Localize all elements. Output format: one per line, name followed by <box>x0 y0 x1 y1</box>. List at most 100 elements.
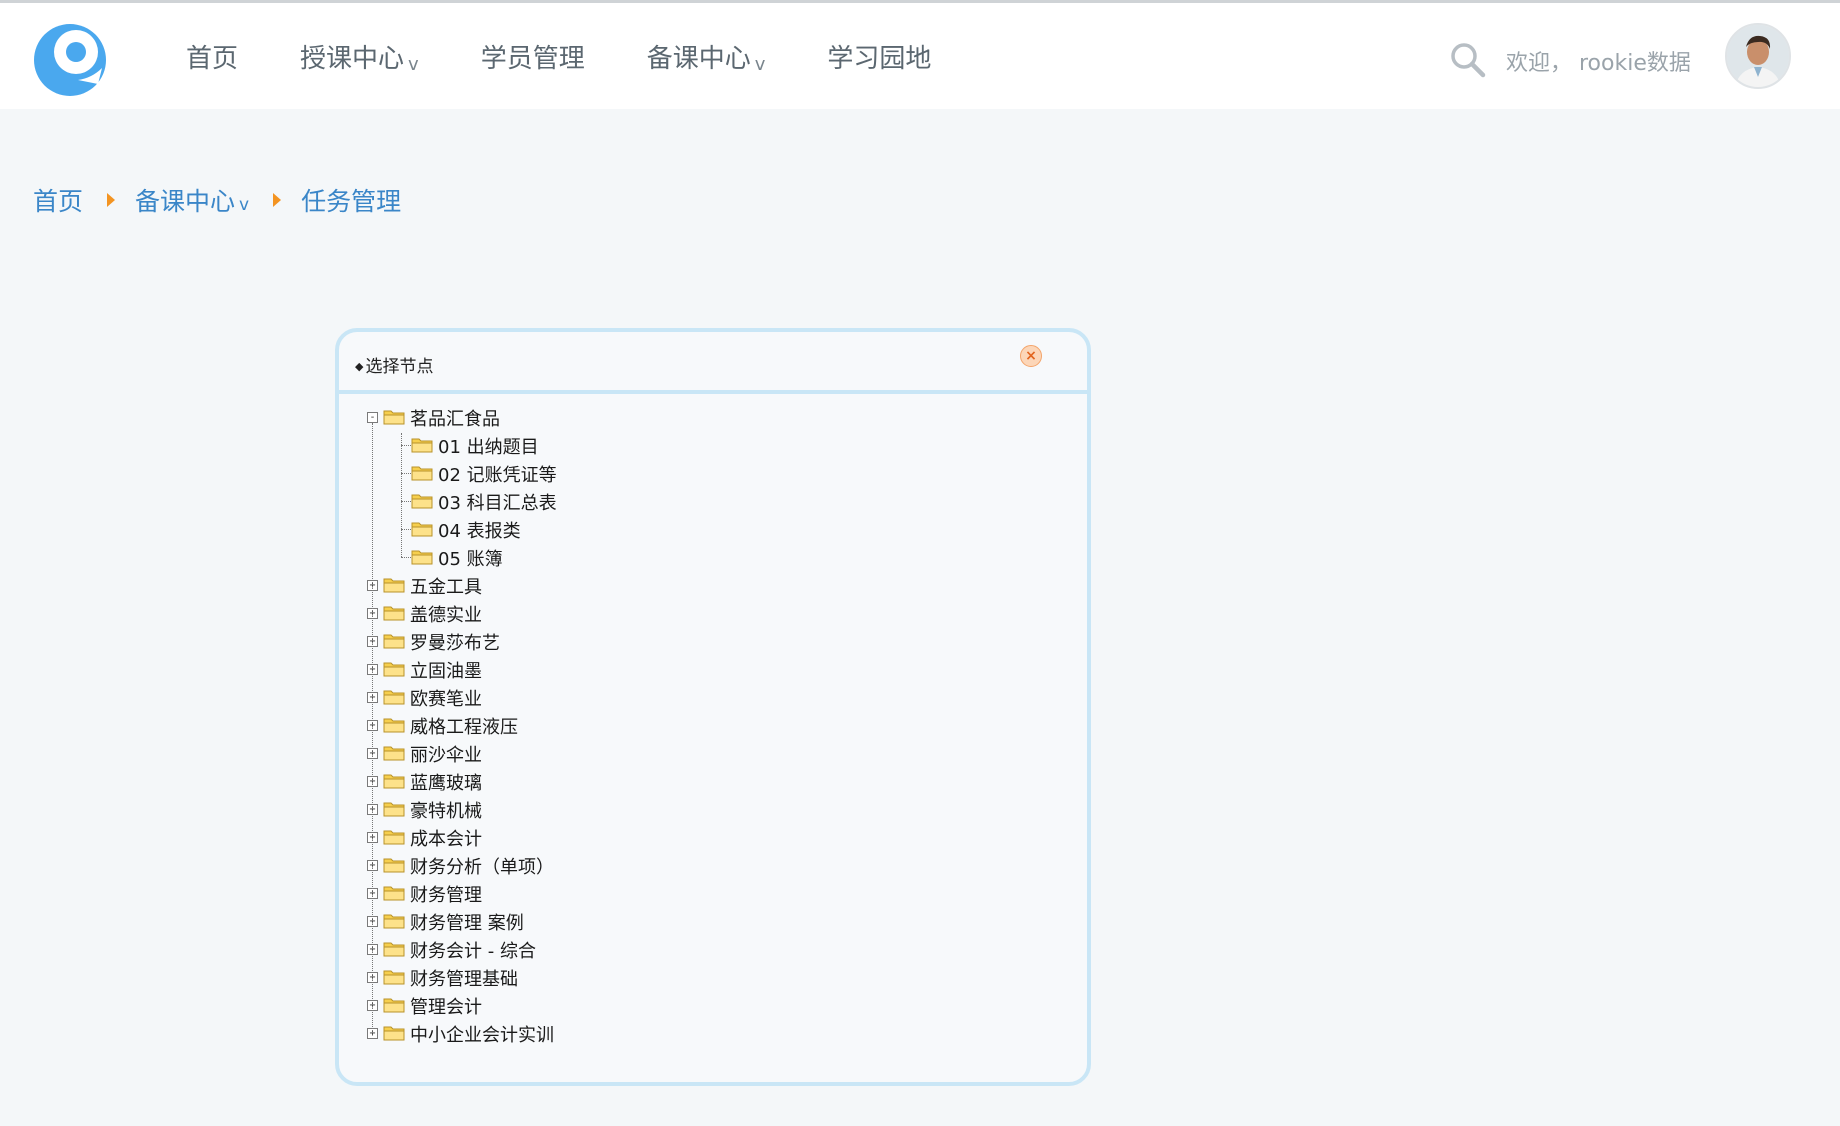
collapse-icon[interactable]: - <box>367 412 378 423</box>
tree-node-label: 财务管理基础 <box>410 969 518 990</box>
tree-node-label: 盖德实业 <box>410 605 482 626</box>
tree-node[interactable]: + 豪特机械 <box>339 795 1079 823</box>
folder-icon <box>383 688 405 705</box>
folder-icon <box>383 1024 405 1041</box>
folder-icon <box>383 912 405 929</box>
tree-connector <box>401 557 411 558</box>
tree-node[interactable]: + 威格工程液压 <box>339 711 1079 739</box>
tree-connector <box>401 501 411 502</box>
folder-icon <box>383 716 405 733</box>
tree-node-label: 蓝鹰玻璃 <box>410 773 482 794</box>
nav-item-learning-garden[interactable]: 学习园地 <box>827 38 931 75</box>
folder-icon <box>383 576 405 593</box>
tree-node-label: 丽沙伞业 <box>410 745 482 766</box>
tree-node[interactable]: + 管理会计 <box>339 991 1079 1019</box>
tree-child-node[interactable]: 03 科目汇总表 <box>339 487 1079 515</box>
tree-node-label: 茗品汇食品 <box>410 409 500 430</box>
tree-node-label: 01 出纳题目 <box>438 437 539 458</box>
close-button[interactable]: × <box>1020 345 1042 367</box>
tree-guide-line <box>401 433 402 557</box>
tree-node[interactable]: + 成本会计 <box>339 823 1079 851</box>
tree-node[interactable]: + 财务管理 <box>339 879 1079 907</box>
tree-node[interactable]: + 五金工具 <box>339 571 1079 599</box>
folder-icon <box>383 828 405 845</box>
nav-item-label: 首页 <box>186 43 239 74</box>
tree-guide-line <box>372 423 373 1033</box>
dialog-header: ◆ 选择节点 × <box>339 332 1087 394</box>
close-icon: × <box>1025 348 1037 364</box>
tree-node[interactable]: - 茗品汇食品 <box>339 403 1079 431</box>
nav-item-label: 授课中心 <box>300 43 405 74</box>
tree-child-node[interactable]: 01 出纳题目 <box>339 431 1079 459</box>
chevron-down-icon: v <box>239 195 250 215</box>
folder-icon <box>383 408 405 425</box>
folder-icon <box>383 744 405 761</box>
chevron-down-icon: v <box>754 53 766 75</box>
tree-node-label: 财务管理 <box>410 885 482 906</box>
tree-node[interactable]: + 财务管理基础 <box>339 963 1079 991</box>
tree-node-label: 05 账簿 <box>438 549 503 570</box>
top-header: 首页 授课中心 v 学员管理 备课中心 v 学习园地 欢迎， rookie数据 <box>0 3 1840 109</box>
tree-connector <box>401 529 411 530</box>
app-logo-icon[interactable] <box>32 22 108 98</box>
tree-connector <box>401 473 411 474</box>
search-icon[interactable] <box>1449 41 1487 79</box>
nav-item-label: 备课中心 <box>646 43 751 74</box>
tree-node-label: 02 记账凭证等 <box>438 465 557 486</box>
dialog-title: ◆ 选择节点 <box>355 352 433 377</box>
tree-child-node[interactable]: 05 账簿 <box>339 543 1079 571</box>
tree-node[interactable]: + 财务分析（单项） <box>339 851 1079 879</box>
tree-node[interactable]: + 财务管理 案例 <box>339 907 1079 935</box>
folder-icon <box>383 632 405 649</box>
folder-icon <box>411 436 433 453</box>
folder-icon <box>383 884 405 901</box>
folder-icon <box>383 772 405 789</box>
nav-item-teaching-center[interactable]: 授课中心 v <box>300 38 419 75</box>
tree-node[interactable]: + 丽沙伞业 <box>339 739 1079 767</box>
folder-icon <box>411 520 433 537</box>
tree-node-label: 成本会计 <box>410 829 482 850</box>
tree-node-label: 财务会计 - 综合 <box>410 941 536 962</box>
folder-icon <box>383 856 405 873</box>
tree-node[interactable]: + 中小企业会计实训 <box>339 1019 1079 1047</box>
folder-icon <box>411 492 433 509</box>
folder-icon <box>383 940 405 957</box>
tree-node[interactable]: + 蓝鹰玻璃 <box>339 767 1079 795</box>
tree-child-node[interactable]: 04 表报类 <box>339 515 1079 543</box>
folder-icon <box>411 464 433 481</box>
tree-node[interactable]: + 欧赛笔业 <box>339 683 1079 711</box>
tree-node-label: 管理会计 <box>410 997 482 1018</box>
welcome-text: 欢迎， rookie数据 <box>1506 51 1691 76</box>
user-avatar[interactable] <box>1725 23 1791 89</box>
folder-icon <box>383 604 405 621</box>
tree-node-label: 财务分析（单项） <box>410 857 554 878</box>
breadcrumb-task-management[interactable]: 任务管理 <box>301 182 401 218</box>
breadcrumb-separator-icon <box>273 193 282 207</box>
folder-icon <box>411 548 433 565</box>
tree-node-label: 豪特机械 <box>410 801 482 822</box>
folder-icon <box>383 996 405 1013</box>
nav-item-label: 学员管理 <box>480 43 585 74</box>
nav-item-home[interactable]: 首页 <box>186 38 238 75</box>
dialog-title-text: 选择节点 <box>365 357 434 377</box>
tree-connector <box>401 445 411 446</box>
nav-item-student-management[interactable]: 学员管理 <box>481 38 585 75</box>
tree-node[interactable]: + 财务会计 - 综合 <box>339 935 1079 963</box>
breadcrumb: 首页 备课中心 v 任务管理 <box>33 182 401 218</box>
nav-item-lesson-prep-center[interactable]: 备课中心 v <box>647 38 766 75</box>
breadcrumb-lesson-prep-center[interactable]: 备课中心 v <box>135 182 249 218</box>
folder-icon <box>383 968 405 985</box>
folder-icon <box>383 660 405 677</box>
tree-node[interactable]: + 罗曼莎布艺 <box>339 627 1079 655</box>
tree-node[interactable]: + 盖德实业 <box>339 599 1079 627</box>
tree-node[interactable]: + 立固油墨 <box>339 655 1079 683</box>
breadcrumb-home[interactable]: 首页 <box>33 182 83 218</box>
main-nav: 首页 授课中心 v 学员管理 备课中心 v 学习园地 <box>186 3 993 109</box>
tree-node-label: 财务管理 案例 <box>410 913 524 934</box>
tree-node-label: 威格工程液压 <box>410 717 518 738</box>
tree-node-label: 五金工具 <box>410 577 482 598</box>
bullet-icon: ◆ <box>355 360 364 373</box>
breadcrumb-label: 备课中心 <box>135 187 236 216</box>
tree-child-node[interactable]: 02 记账凭证等 <box>339 459 1079 487</box>
breadcrumb-separator-icon <box>107 193 116 207</box>
